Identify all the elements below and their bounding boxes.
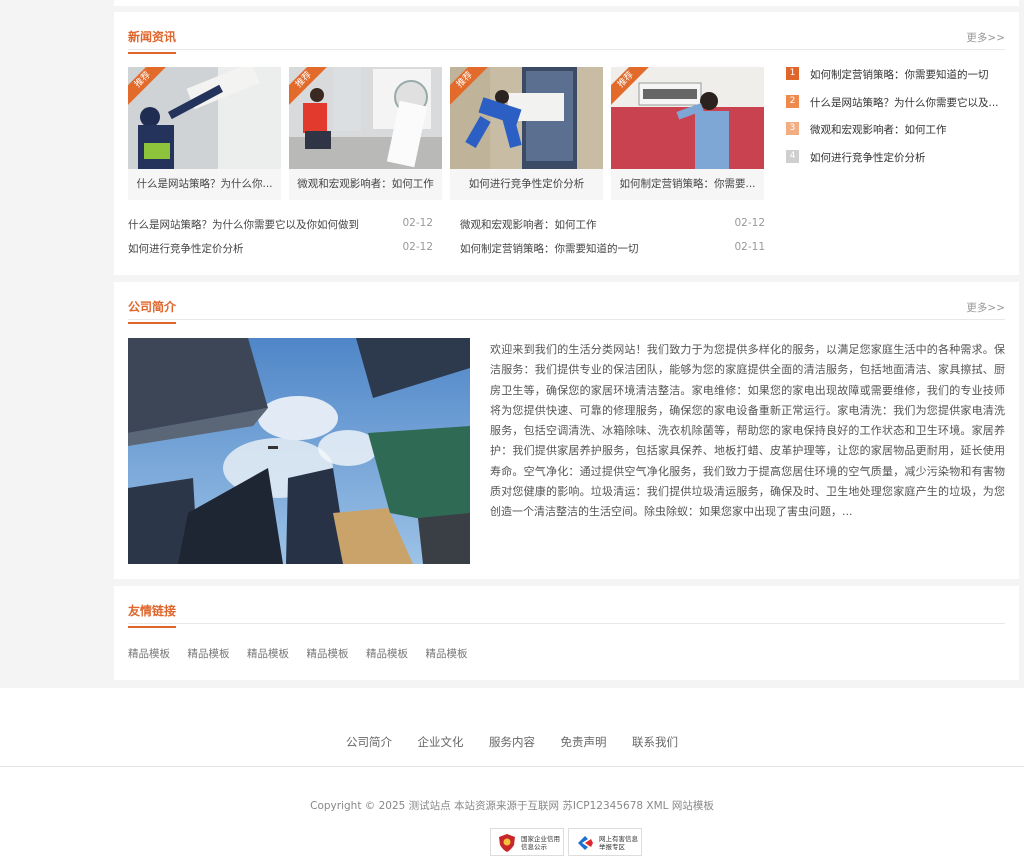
hot-news-list: 1 如何制定营销策略：你需要知道的一切 2 什么是网站策略？为什么你需要它以及.… [786, 67, 1006, 177]
friend-links: 精品模板 精品模板 精品模板 精品模板 精品模板 精品模板 [128, 646, 482, 661]
footer-nav-label: 联系我们 [632, 735, 678, 749]
thumb-caption: 如何进行竞争性定价分析 [468, 178, 585, 190]
news-thumbs: 推荐 什么是网站策略？为什么你... 推荐 微观和宏观影响者：如何工作 推荐 如… [128, 67, 764, 200]
news-item-date: 02-12 [402, 217, 433, 229]
footer-nav-label: 服务内容 [489, 735, 535, 749]
hot-news-item[interactable]: 2 什么是网站策略？为什么你需要它以及... [786, 94, 1006, 123]
badge-line: 网上有害信息 [599, 835, 638, 843]
footer-nav-item[interactable]: 服务内容 [478, 735, 546, 749]
news-list-item[interactable]: 如何进行竞争性定价分析 02-12 [128, 241, 433, 255]
thumb-caption: 微观和宏观影响者：如何工作 [297, 178, 434, 190]
news-item-title: 什么是网站策略？为什么你需要它以及你如何做到 [128, 219, 359, 231]
news-item-title: 微观和宏观影响者：如何工作 [460, 219, 597, 231]
friend-link[interactable]: 精品模板 [128, 647, 184, 660]
skyscraper-photo [128, 338, 470, 564]
badge-label: 网上有害信息 举报专区 [599, 835, 641, 851]
footer-nav-label: 公司简介 [346, 735, 392, 749]
links-section: 友情链接 精品模板 精品模板 精品模板 精品模板 精品模板 精品模板 [114, 586, 1019, 680]
top-card-edge [114, 0, 1019, 6]
friend-link[interactable]: 精品模板 [307, 647, 363, 660]
friend-link[interactable]: 精品模板 [247, 647, 303, 660]
friend-link-label: 精品模板 [128, 648, 170, 660]
news-thumb[interactable]: 推荐 什么是网站策略？为什么你... [128, 67, 281, 200]
badge-line: 信息公示 [521, 843, 547, 851]
about-title: 公司简介 [128, 298, 177, 324]
news-item-title: 如何进行竞争性定价分析 [128, 243, 244, 255]
thumb-image [289, 67, 442, 169]
news-header: 新闻资讯 更多>> [128, 20, 1005, 54]
news-section: 新闻资讯 更多>> 推荐 什么是网站策略？为什么你... 推荐 微观和宏观影响者… [114, 12, 1019, 275]
news-list-item[interactable]: 什么是网站策略？为什么你需要它以及你如何做到 02-12 [128, 217, 433, 231]
thumb-image [128, 67, 281, 169]
friend-link-label: 精品模板 [306, 648, 349, 660]
hot-news-item[interactable]: 3 微观和宏观影响者：如何工作 [786, 122, 1006, 150]
news-title: 新闻资讯 [128, 28, 177, 54]
thumb-image [450, 67, 603, 169]
news-item-date: 02-12 [402, 241, 433, 253]
about-section: 公司简介 更多>> 欢迎来到我们的生活分类网站！我们致力于为您提供多样化的服务，… [114, 282, 1019, 579]
links-title: 友情链接 [128, 602, 177, 628]
hot-news-item[interactable]: 1 如何制定营销策略：你需要知道的一切 [786, 67, 1006, 95]
news-more-link[interactable]: 更多>> [966, 30, 1005, 45]
news-thumb[interactable]: 推荐 如何制定营销策略：你需要... [611, 67, 764, 200]
hot-news-title: 微观和宏观影响者：如何工作 [810, 124, 947, 136]
news-item-date: 02-12 [734, 217, 765, 229]
friend-link-label: 精品模板 [187, 648, 230, 660]
hot-news-title: 什么是网站策略？为什么你需要它以及... [810, 96, 999, 109]
footer-divider [0, 766, 1024, 767]
footer-nav: 公司简介 企业文化 服务内容 免责声明 联系我们 [0, 734, 1024, 750]
footer-nav-item[interactable]: 公司简介 [335, 735, 403, 749]
badge-line: 举报专区 [599, 843, 625, 851]
links-header: 友情链接 [128, 594, 1005, 628]
rank-badge: 3 [786, 122, 799, 135]
credit-info-badge[interactable]: 国家企业信用 信息公示 [490, 828, 564, 856]
friend-link-label: 精品模板 [366, 648, 408, 660]
badge-line: 国家企业信用 [521, 835, 560, 843]
news-list-item[interactable]: 微观和宏观影响者：如何工作 02-12 [460, 217, 765, 231]
friend-link[interactable]: 精品模板 [426, 647, 482, 660]
rank-badge: 1 [786, 67, 799, 80]
friend-link[interactable]: 精品模板 [188, 647, 244, 660]
report-badge[interactable]: 网上有害信息 举报专区 [568, 828, 642, 856]
footer-nav-label: 企业文化 [417, 735, 464, 749]
friend-link-label: 精品模板 [425, 648, 468, 660]
badge-label: 国家企业信用 信息公示 [521, 835, 563, 851]
rank-badge: 4 [786, 149, 799, 163]
thumb-caption: 什么是网站策略？为什么你... [136, 178, 273, 190]
hot-news-title: 如何进行竞争性定价分析 [810, 151, 926, 164]
news-item-title: 如何制定营销策略：你需要知道的一切 [460, 243, 639, 255]
about-header: 公司简介 更多>> [128, 290, 1005, 324]
about-more-link[interactable]: 更多>> [966, 300, 1005, 315]
report-icon [578, 836, 593, 850]
news-item-date: 02-11 [734, 241, 765, 253]
shield-icon [499, 834, 515, 852]
footer: 公司简介 企业文化 服务内容 免责声明 联系我们 Copyright © 202… [0, 688, 1024, 861]
footer-nav-item[interactable]: 免责声明 [550, 735, 618, 749]
hot-news-title: 如何制定营销策略：你需要知道的一切 [810, 69, 989, 81]
thumb-image [611, 67, 764, 169]
thumb-caption: 如何制定营销策略：你需要... [619, 178, 756, 190]
about-description: 欢迎来到我们的生活分类网站！我们致力于为您提供多样化的服务，以满足您家庭生活中的… [490, 343, 1005, 519]
news-thumb[interactable]: 推荐 如何进行竞争性定价分析 [450, 67, 603, 200]
footer-nav-item[interactable]: 企业文化 [407, 735, 475, 749]
about-image [128, 338, 470, 564]
hot-news-item[interactable]: 4 如何进行竞争性定价分析 [786, 149, 1006, 178]
friend-link[interactable]: 精品模板 [366, 647, 422, 660]
rank-badge: 2 [786, 94, 799, 108]
footer-nav-item[interactable]: 联系我们 [621, 735, 689, 749]
friend-link-label: 精品模板 [247, 648, 289, 660]
footer-nav-label: 免责声明 [560, 735, 607, 749]
copyright-text: Copyright © 2025 测试站点 本站资源来源于互联网 苏ICP123… [310, 800, 714, 812]
news-list-item[interactable]: 如何制定营销策略：你需要知道的一切 02-11 [460, 241, 765, 255]
news-thumb[interactable]: 推荐 微观和宏观影响者：如何工作 [289, 67, 442, 200]
